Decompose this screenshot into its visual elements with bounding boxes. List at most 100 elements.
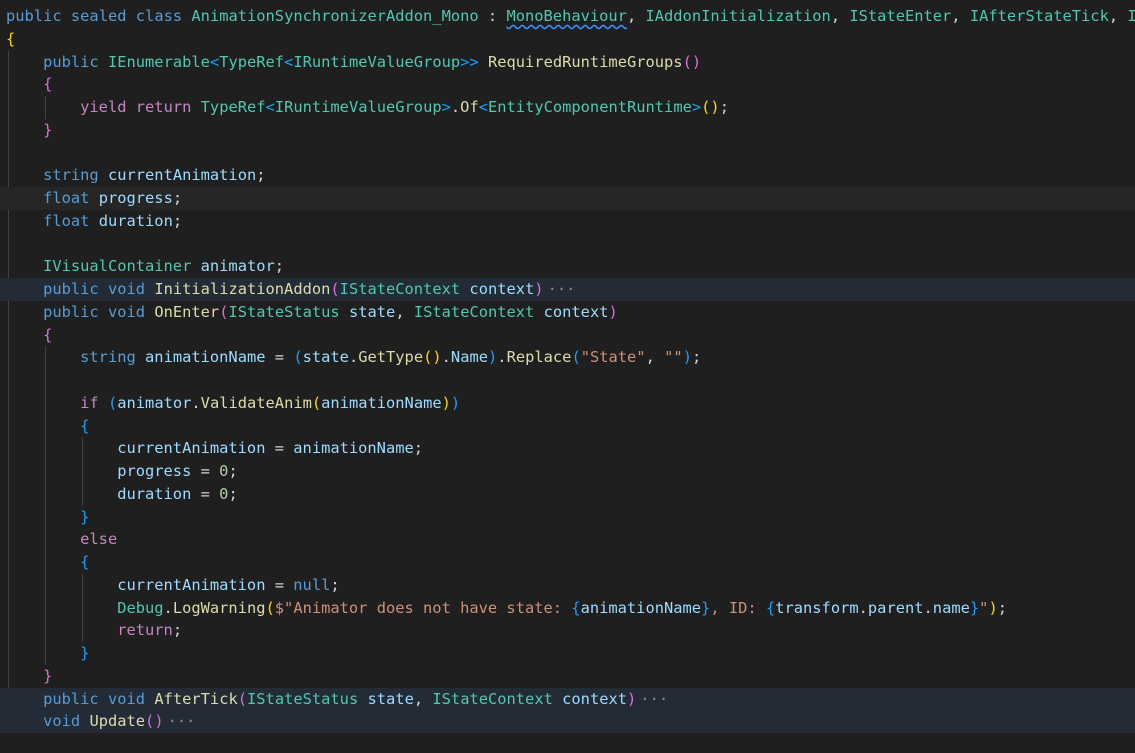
code-token: , — [645, 348, 665, 367]
code-token: } — [43, 120, 53, 139]
code-token: duration — [98, 211, 173, 230]
code-token: IVisualContainer — [43, 257, 192, 276]
code-line[interactable]: string currentAnimation; — [0, 164, 1135, 187]
code-token: IStateContext — [432, 689, 553, 708]
code-token: string — [80, 348, 136, 367]
code-token: void — [43, 712, 81, 731]
code-line[interactable]: } — [0, 665, 1135, 688]
code-token: IStateStatus — [228, 302, 340, 321]
code-token: context — [562, 689, 628, 708]
code-line[interactable]: if (animator.ValidateAnim(animationName)… — [0, 392, 1135, 415]
code-token: public — [6, 7, 62, 25]
fold-ellipsis-icon[interactable]: ··· — [168, 712, 196, 730]
code-line[interactable]: currentAnimation = null; — [0, 574, 1135, 597]
code-line[interactable]: float duration; — [0, 210, 1135, 233]
code-token: parent — [867, 598, 924, 617]
code-line[interactable]: void Update() ··· — [0, 710, 1135, 733]
code-token: < — [265, 98, 275, 116]
code-line[interactable]: return; — [0, 619, 1135, 642]
code-token: return — [135, 98, 192, 116]
fold-ellipsis-icon[interactable]: ··· — [640, 690, 668, 708]
code-token: , ID: — [710, 598, 766, 617]
code-token: progress — [98, 189, 173, 207]
code-token: Of — [460, 98, 479, 116]
code-token: ) — [534, 280, 544, 298]
code-token: } — [701, 598, 711, 617]
code-token: IStateStatus — [247, 689, 359, 708]
code-line[interactable] — [0, 233, 1135, 256]
code-line[interactable]: public void InitializationAddon(IStateCo… — [0, 278, 1135, 301]
code-line[interactable]: { — [0, 28, 1135, 51]
code-line[interactable] — [0, 142, 1135, 165]
code-token: public — [43, 689, 99, 708]
code-token: ; — [274, 257, 285, 276]
code-token: { — [43, 75, 53, 94]
code-line[interactable]: } — [0, 506, 1135, 529]
code-token: float — [43, 211, 90, 230]
code-line[interactable]: } — [0, 642, 1135, 665]
code-token: MonoBehaviour — [506, 7, 627, 25]
code-token: EntityComponentRuntime — [488, 98, 692, 116]
code-token: ; — [997, 598, 1007, 617]
code-token: ; — [691, 348, 702, 367]
code-token: class — [135, 7, 183, 25]
code-token: > — [441, 98, 451, 116]
code-line[interactable]: { — [0, 415, 1135, 438]
code-line[interactable]: Debug.LogWarning($"Animator does not hav… — [0, 597, 1135, 620]
code-line[interactable] — [0, 369, 1135, 392]
code-token: ; — [413, 439, 424, 458]
code-token: ( — [293, 348, 303, 367]
code-line[interactable]: public IEnumerable<TypeRef<IRuntimeValue… — [0, 51, 1135, 74]
fold-ellipsis-icon[interactable]: ··· — [548, 280, 576, 298]
code-token: public — [43, 280, 99, 298]
code-line[interactable]: currentAnimation = animationName; — [0, 437, 1135, 460]
code-token: . — [497, 348, 507, 367]
code-token: void — [107, 280, 146, 298]
code-line[interactable]: progress = 0; — [0, 460, 1135, 483]
code-token: ValidateAnim — [200, 393, 312, 412]
code-editor[interactable]: public sealed class AnimationSynchronize… — [0, 0, 1135, 753]
code-line[interactable]: yield return TypeRef<IRuntimeValueGroup>… — [0, 96, 1135, 119]
code-line[interactable]: public void OnEnter(IStateStatus state, … — [0, 301, 1135, 324]
code-token: ( — [265, 598, 275, 617]
code-token: animationName — [321, 393, 442, 412]
code-token: } — [80, 507, 90, 526]
code-token: ( — [311, 393, 322, 412]
code-line[interactable]: } — [0, 119, 1135, 142]
code-line[interactable]: { — [0, 551, 1135, 574]
code-token: () — [145, 712, 164, 731]
code-line[interactable]: IVisualContainer animator; — [0, 255, 1135, 278]
code-token: ( — [330, 280, 340, 298]
code-token: ( — [107, 393, 118, 412]
code-line[interactable]: public void AfterTick(IStateStatus state… — [0, 687, 1135, 711]
code-line[interactable]: duration = 0; — [0, 483, 1135, 506]
code-token: , — [626, 7, 646, 25]
code-line[interactable]: { — [0, 73, 1135, 96]
code-token: ( — [237, 689, 248, 708]
code-line[interactable]: else — [0, 528, 1135, 551]
code-token: () — [682, 52, 702, 71]
code-line[interactable]: public sealed class AnimationSynchronize… — [0, 5, 1135, 28]
code-line[interactable]: float progress; — [0, 187, 1135, 210]
code-line[interactable]: string animationName = (state.GetType().… — [0, 346, 1135, 369]
code-token: return — [117, 621, 173, 640]
code-token: . — [923, 598, 933, 617]
code-line[interactable]: { — [0, 324, 1135, 347]
